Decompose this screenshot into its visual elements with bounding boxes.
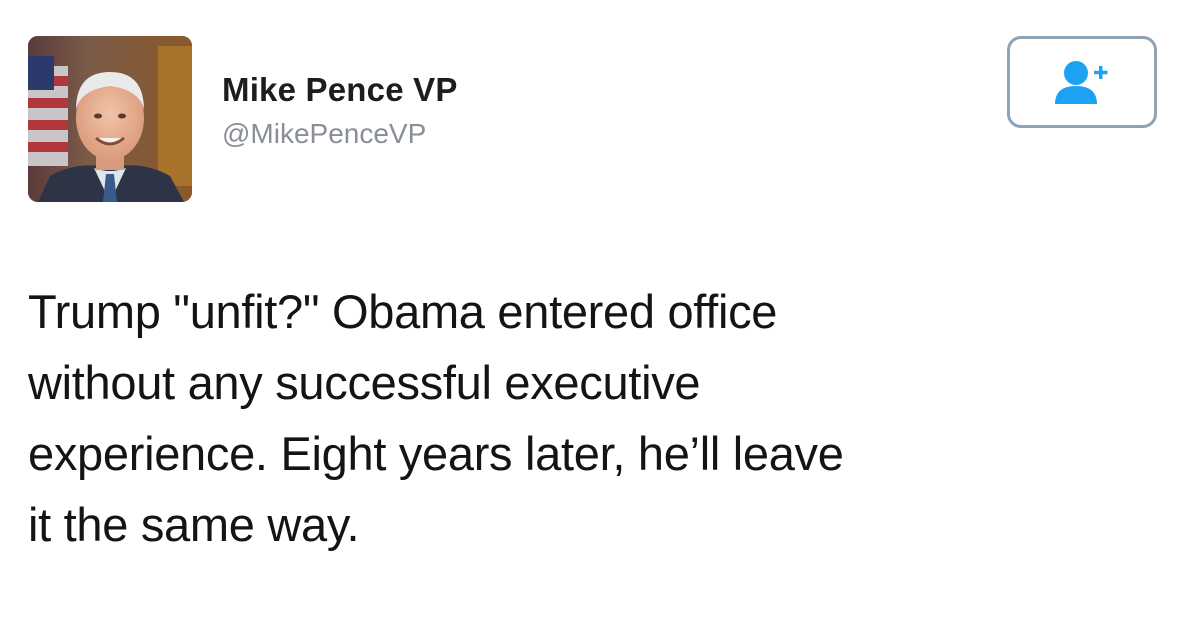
avatar[interactable] xyxy=(28,36,192,202)
user-handle[interactable]: @MikePenceVP xyxy=(222,117,458,151)
tweet-text-line: Trump "unfit?" Obama entered office xyxy=(28,285,778,338)
tweet-text-line: it the same way. xyxy=(28,498,360,551)
tweet-text-line: experience. Eight years later, he’ll lea… xyxy=(28,427,844,480)
tweet-text: Trump "unfit?" Obama entered office with… xyxy=(28,276,1178,560)
user-info: Mike Pence VP @MikePenceVP xyxy=(222,70,458,151)
tweet-card: Mike Pence VP @MikePenceVP Trump "unfit?… xyxy=(0,0,1200,643)
tweet-text-line: without any successful executive xyxy=(28,356,701,409)
follow-button[interactable] xyxy=(1007,36,1157,128)
profile-photo-image xyxy=(28,36,192,202)
add-user-icon xyxy=(1047,56,1117,108)
display-name[interactable]: Mike Pence VP xyxy=(222,70,458,110)
